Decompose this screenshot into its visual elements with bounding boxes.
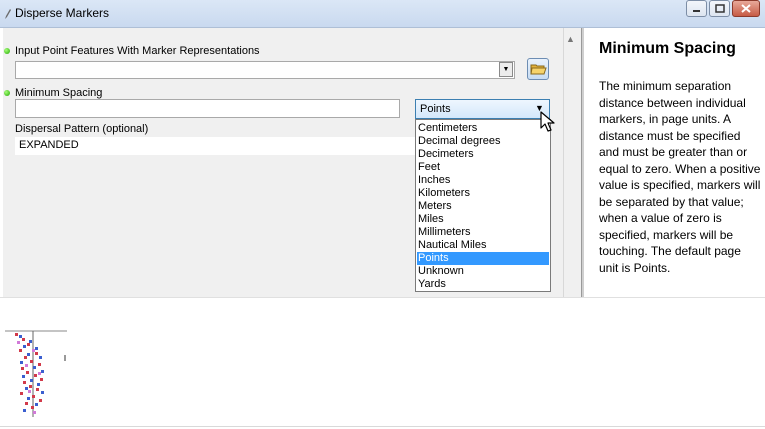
unit-option-decimeters[interactable]: Decimeters <box>417 148 549 161</box>
title-bar[interactable] <box>0 0 765 28</box>
unit-option-meters[interactable]: Meters <box>417 200 549 213</box>
unit-option-decimal-degrees[interactable]: Decimal degrees <box>417 135 549 148</box>
browse-button[interactable] <box>527 58 549 80</box>
maximize-button[interactable] <box>709 0 730 17</box>
minimize-icon <box>693 10 700 12</box>
mouse-pointer-icon <box>540 111 555 132</box>
unit-option-inches[interactable]: Inches <box>417 174 549 187</box>
pencil-icon <box>5 9 11 19</box>
minimize-button[interactable] <box>686 0 707 17</box>
dispersal-pattern-input[interactable]: EXPANDED <box>15 137 415 155</box>
help-description: The minimum separation distance between … <box>599 79 761 275</box>
help-title: Minimum Spacing <box>599 40 736 57</box>
vertical-scrollbar[interactable] <box>563 28 582 297</box>
folder-open-icon <box>530 64 547 75</box>
dispersal-pattern-label: Dispersal Pattern (optional) <box>15 123 149 135</box>
green-dot-icon <box>4 48 10 54</box>
green-dot-icon <box>4 90 10 96</box>
unit-option-nautical-miles[interactable]: Nautical Miles <box>417 239 549 252</box>
units-select[interactable]: Points <box>415 99 550 119</box>
scroll-up-icon[interactable]: ▲ <box>566 34 575 44</box>
min-spacing-label: Minimum Spacing <box>15 87 103 99</box>
unit-option-centimeters[interactable]: Centimeters <box>417 122 549 135</box>
separator <box>0 297 765 298</box>
min-spacing-input[interactable] <box>15 99 400 118</box>
unit-option-yards[interactable]: Yards <box>417 278 549 291</box>
unit-option-kilometers[interactable]: Kilometers <box>417 187 549 200</box>
unit-option-points[interactable]: Points <box>417 252 549 265</box>
input-features-field[interactable] <box>15 61 515 79</box>
unit-option-miles[interactable]: Miles <box>417 213 549 226</box>
unit-option-unknown[interactable]: Unknown <box>417 265 549 278</box>
input-features-label: Input Point Features With Marker Represe… <box>15 45 260 57</box>
window-title: Disperse Markers <box>15 6 110 20</box>
unit-option-feet[interactable]: Feet <box>417 161 549 174</box>
units-dropdown-list: Centimeters Decimal degrees Decimeters F… <box>415 119 551 292</box>
close-icon <box>741 4 751 13</box>
unit-option-millimeters[interactable]: Millimeters <box>417 226 549 239</box>
maximize-icon <box>715 4 725 13</box>
chevron-down-icon[interactable]: ▼ <box>499 62 513 77</box>
close-button[interactable] <box>732 0 760 17</box>
dispersed-markers-preview-image <box>5 330 67 417</box>
separator <box>0 426 765 427</box>
